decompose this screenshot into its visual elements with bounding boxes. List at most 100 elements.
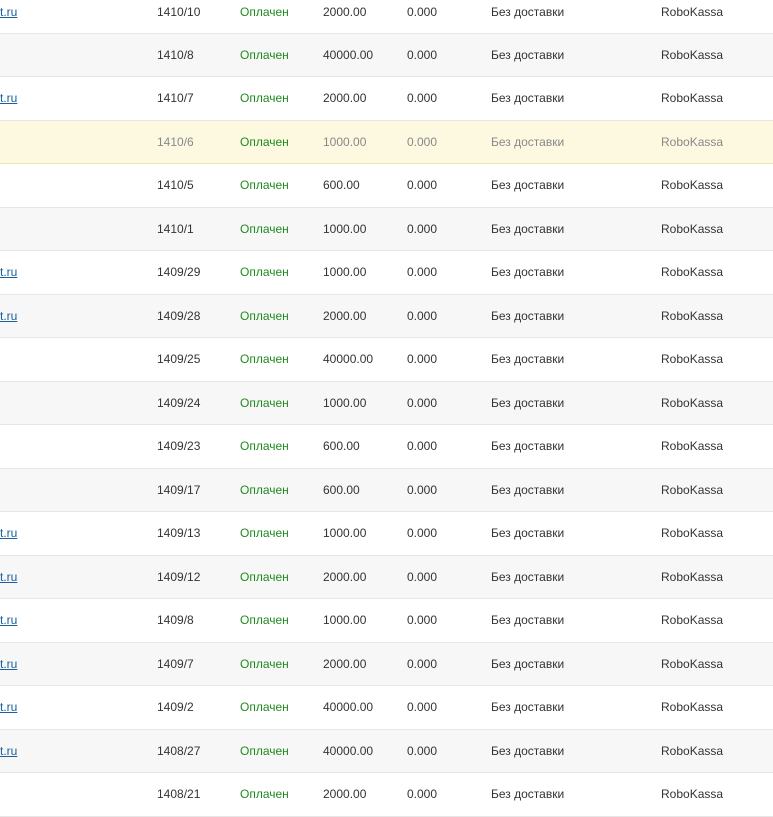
- status-badge: Оплачен: [240, 91, 289, 106]
- order-sum-cell: 2000.00: [323, 76, 407, 121]
- orders-table-body: t.ru 1410/10 Оплачен 2000.00 0.000 Без д…: [0, 0, 773, 817]
- customer-email-link[interactable]: t.ru: [0, 91, 17, 105]
- table-row[interactable]: 1410/6 Оплачен 1000.00 0.000 Без доставк…: [0, 119, 773, 164]
- status-badge: Оплачен: [240, 569, 289, 584]
- table-row[interactable]: t.ru 1409/2 Оплачен 40000.00 0.000 Без д…: [0, 685, 773, 730]
- order-sum-cell: 600.00: [323, 468, 407, 512]
- order-status-cell: Оплачен: [240, 468, 323, 512]
- email-cell: t.ru: [0, 598, 157, 643]
- delivery-method-cell: Без доставки: [491, 76, 661, 121]
- status-badge: Оплачен: [240, 439, 289, 454]
- table-row[interactable]: 1409/17 Оплачен 600.00 0.000 Без доставк…: [0, 468, 773, 512]
- delivery-sum-cell: 0.000: [407, 685, 491, 730]
- delivery-sum-cell: 0.000: [407, 642, 491, 686]
- order-number-cell: 1410/1: [157, 207, 240, 251]
- email-cell: [0, 337, 157, 382]
- order-sum-cell: 40000.00: [323, 337, 407, 382]
- table-row[interactable]: t.ru 1409/12 Оплачен 2000.00 0.000 Без д…: [0, 555, 773, 599]
- payment-method-cell: RoboKassa: [661, 729, 773, 773]
- payment-method-cell: RoboKassa: [661, 250, 773, 295]
- customer-email-link[interactable]: t.ru: [0, 657, 17, 671]
- status-badge: Оплачен: [240, 352, 289, 367]
- customer-email-link[interactable]: t.ru: [0, 526, 17, 540]
- delivery-sum-cell: 0.000: [407, 468, 491, 512]
- table-row[interactable]: 1409/24 Оплачен 1000.00 0.000 Без достав…: [0, 381, 773, 425]
- order-status-cell: Оплачен: [240, 76, 323, 121]
- payment-method-cell: RoboKassa: [661, 207, 773, 251]
- table-row[interactable]: t.ru 1409/8 Оплачен 1000.00 0.000 Без до…: [0, 598, 773, 643]
- order-sum-cell: 1000.00: [323, 381, 407, 425]
- order-number-cell: 1409/25: [157, 337, 240, 382]
- order-sum-cell: 2000.00: [323, 642, 407, 686]
- customer-email-link[interactable]: t.ru: [0, 5, 17, 19]
- table-row[interactable]: t.ru 1408/27 Оплачен 40000.00 0.000 Без …: [0, 729, 773, 773]
- email-cell: [0, 772, 157, 817]
- status-badge: Оплачен: [240, 656, 289, 671]
- status-badge: Оплачен: [240, 308, 289, 323]
- table-row[interactable]: t.ru 1409/7 Оплачен 2000.00 0.000 Без до…: [0, 642, 773, 686]
- payment-method-cell: RoboKassa: [661, 337, 773, 382]
- delivery-sum-cell: 0.000: [407, 555, 491, 599]
- table-row[interactable]: t.ru 1409/13 Оплачен 1000.00 0.000 Без д…: [0, 511, 773, 556]
- order-number-cell: 1409/23: [157, 424, 240, 469]
- table-row[interactable]: t.ru 1409/29 Оплачен 1000.00 0.000 Без д…: [0, 250, 773, 295]
- order-status-cell: Оплачен: [240, 337, 323, 382]
- order-status-cell: Оплачен: [240, 207, 323, 251]
- delivery-method-cell: Без доставки: [491, 511, 661, 556]
- order-sum-cell: 40000.00: [323, 33, 407, 77]
- table-row[interactable]: t.ru 1410/10 Оплачен 2000.00 0.000 Без д…: [0, 0, 773, 34]
- order-number-cell: 1408/21: [157, 772, 240, 817]
- order-sum-cell: 40000.00: [323, 729, 407, 773]
- customer-email-link[interactable]: t.ru: [0, 265, 17, 279]
- order-sum-cell: 1000.00: [323, 207, 407, 251]
- email-cell: [0, 163, 157, 208]
- table-row[interactable]: t.ru 1410/7 Оплачен 2000.00 0.000 Без до…: [0, 76, 773, 121]
- delivery-method-cell: Без доставки: [491, 729, 661, 773]
- delivery-method-cell: Без доставки: [491, 119, 661, 164]
- delivery-sum-cell: 0.000: [407, 76, 491, 121]
- payment-method-cell: RoboKassa: [661, 424, 773, 469]
- payment-method-cell: RoboKassa: [661, 642, 773, 686]
- email-cell: t.ru: [0, 555, 157, 599]
- delivery-sum-cell: 0.000: [407, 337, 491, 382]
- delivery-method-cell: Без доставки: [491, 207, 661, 251]
- status-badge: Оплачен: [240, 482, 289, 497]
- order-status-cell: Оплачен: [240, 642, 323, 686]
- order-number-cell: 1409/12: [157, 555, 240, 599]
- table-row[interactable]: 1410/5 Оплачен 600.00 0.000 Без доставки…: [0, 163, 773, 208]
- status-badge: Оплачен: [240, 395, 289, 410]
- customer-email-link[interactable]: t.ru: [0, 570, 17, 584]
- customer-email-link[interactable]: t.ru: [0, 309, 17, 323]
- table-row[interactable]: 1409/25 Оплачен 40000.00 0.000 Без доста…: [0, 337, 773, 382]
- table-row[interactable]: 1409/23 Оплачен 600.00 0.000 Без доставк…: [0, 424, 773, 469]
- order-status-cell: Оплачен: [240, 772, 323, 817]
- status-badge: Оплачен: [240, 134, 289, 149]
- order-number-cell: 1410/5: [157, 163, 240, 208]
- delivery-sum-cell: 0.000: [407, 250, 491, 295]
- order-status-cell: Оплачен: [240, 424, 323, 469]
- email-cell: t.ru: [0, 76, 157, 121]
- table-row[interactable]: 1410/8 Оплачен 40000.00 0.000 Без достав…: [0, 33, 773, 77]
- order-number-cell: 1409/28: [157, 294, 240, 338]
- payment-method-cell: RoboKassa: [661, 772, 773, 817]
- customer-email-link[interactable]: t.ru: [0, 700, 17, 714]
- table-row[interactable]: t.ru 1409/28 Оплачен 2000.00 0.000 Без д…: [0, 294, 773, 338]
- status-badge: Оплачен: [240, 787, 289, 802]
- table-row[interactable]: 1408/21 Оплачен 2000.00 0.000 Без достав…: [0, 772, 773, 817]
- email-cell: t.ru: [0, 294, 157, 338]
- order-number-cell: 1409/17: [157, 468, 240, 512]
- customer-email-link[interactable]: t.ru: [0, 613, 17, 627]
- order-sum-cell: 2000.00: [323, 0, 407, 34]
- email-cell: t.ru: [0, 729, 157, 773]
- delivery-sum-cell: 0.000: [407, 294, 491, 338]
- order-number-cell: 1409/7: [157, 642, 240, 686]
- order-sum-cell: 600.00: [323, 424, 407, 469]
- table-row[interactable]: 1410/1 Оплачен 1000.00 0.000 Без доставк…: [0, 207, 773, 251]
- delivery-method-cell: Без доставки: [491, 381, 661, 425]
- delivery-method-cell: Без доставки: [491, 685, 661, 730]
- customer-email-link[interactable]: t.ru: [0, 744, 17, 758]
- order-status-cell: Оплачен: [240, 250, 323, 295]
- order-number-cell: 1409/24: [157, 381, 240, 425]
- email-cell: t.ru: [0, 250, 157, 295]
- delivery-sum-cell: 0.000: [407, 0, 491, 34]
